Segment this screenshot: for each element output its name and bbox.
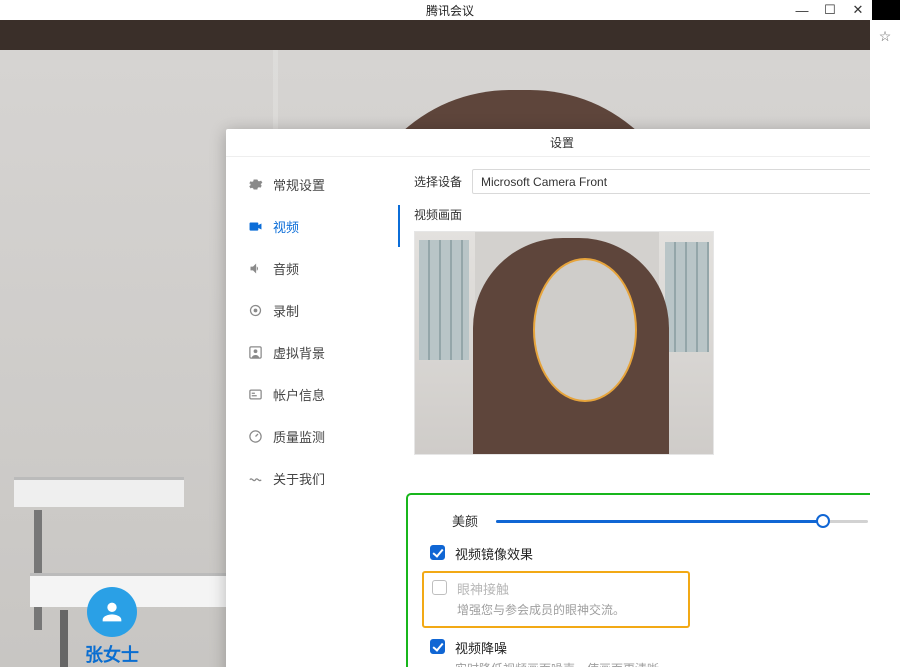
gauge-icon	[248, 429, 263, 444]
sidebar-item-quality[interactable]: 质量监测	[226, 415, 400, 457]
sidebar-item-record[interactable]: 录制	[226, 289, 400, 331]
app-titlebar: 腾讯会议 — ☐ ✕	[0, 0, 900, 20]
device-label: 选择设备	[414, 173, 462, 190]
close-button[interactable]: ✕	[844, 0, 872, 20]
toolbar-strip	[0, 20, 870, 50]
sidebar-item-label: 虚拟背景	[273, 343, 325, 362]
settings-dialog: 设置 ✕ 常规设置 视频	[226, 129, 870, 667]
beauty-slider[interactable]	[496, 514, 868, 528]
video-icon	[248, 219, 263, 234]
corner-black-block	[872, 0, 900, 20]
sidebar-item-label: 关于我们	[273, 469, 325, 488]
sidebar-item-general[interactable]: 常规设置	[226, 163, 400, 205]
sidebar-item-about[interactable]: 关于我们	[226, 457, 400, 499]
wave-icon	[248, 471, 263, 486]
video-preview	[414, 231, 714, 455]
gear-icon	[248, 177, 263, 192]
sidebar-item-label: 常规设置	[273, 175, 325, 194]
right-side-strip: ☆	[870, 20, 900, 667]
sidebar-item-label: 帐户信息	[273, 385, 325, 404]
dialog-title: 设置	[550, 134, 574, 151]
avatar	[87, 587, 137, 637]
denoise-desc: 实时降低视频画面噪声，使画面更清晰。	[455, 660, 671, 667]
maximize-button[interactable]: ☐	[816, 0, 844, 20]
video-effects-group: 美颜 视频镜像效果	[406, 493, 870, 667]
sidebar-item-account[interactable]: 帐户信息	[226, 373, 400, 415]
denoise-checkbox[interactable]	[430, 639, 445, 654]
sidebar-item-video[interactable]: 视频	[226, 205, 400, 247]
id-card-icon	[248, 387, 263, 402]
sidebar-item-audio[interactable]: 音频	[226, 247, 400, 289]
video-background: 张女士 设置 ✕ 常规设置 视频	[0, 50, 870, 667]
sidebar-item-label: 音频	[273, 259, 299, 278]
denoise-label: 视频降噪	[455, 638, 671, 657]
beauty-label: 美颜	[452, 511, 482, 530]
eye-contact-checkbox[interactable]	[432, 580, 447, 595]
minimize-button[interactable]: —	[788, 0, 816, 20]
device-select[interactable]: Microsoft Camera Front ▾	[472, 169, 870, 194]
participant-chip: 张女士	[52, 587, 172, 667]
device-selected: Microsoft Camera Front	[481, 175, 607, 189]
record-icon	[248, 303, 263, 318]
sidebar-item-virtual-bg[interactable]: 虚拟背景	[226, 331, 400, 373]
mirror-label: 视频镜像效果	[455, 544, 533, 563]
sidebar-item-label: 视频	[273, 217, 299, 236]
star-icon[interactable]: ☆	[870, 28, 900, 45]
video-preview-label: 视频画面	[414, 206, 870, 223]
person-icon	[98, 598, 126, 626]
sidebar-item-label: 质量监测	[273, 427, 325, 446]
app-title: 腾讯会议	[0, 2, 900, 19]
participant-name: 张女士	[52, 641, 172, 667]
speaker-icon	[248, 261, 263, 276]
person-frame-icon	[248, 345, 263, 360]
dialog-header: 设置 ✕	[226, 129, 870, 157]
settings-sidebar: 常规设置 视频 音频 录制	[226, 157, 400, 667]
mirror-checkbox[interactable]	[430, 545, 445, 560]
eye-contact-label: 眼神接触	[457, 579, 625, 598]
settings-main: 选择设备 Microsoft Camera Front ▾ 视频画面	[400, 157, 870, 667]
eye-contact-highlight: 眼神接触 增强您与参会成员的眼神交流。	[422, 571, 690, 628]
window-controls: — ☐ ✕	[788, 0, 900, 20]
eye-contact-desc: 增强您与参会成员的眼神交流。	[457, 601, 625, 618]
sidebar-item-label: 录制	[273, 301, 299, 320]
